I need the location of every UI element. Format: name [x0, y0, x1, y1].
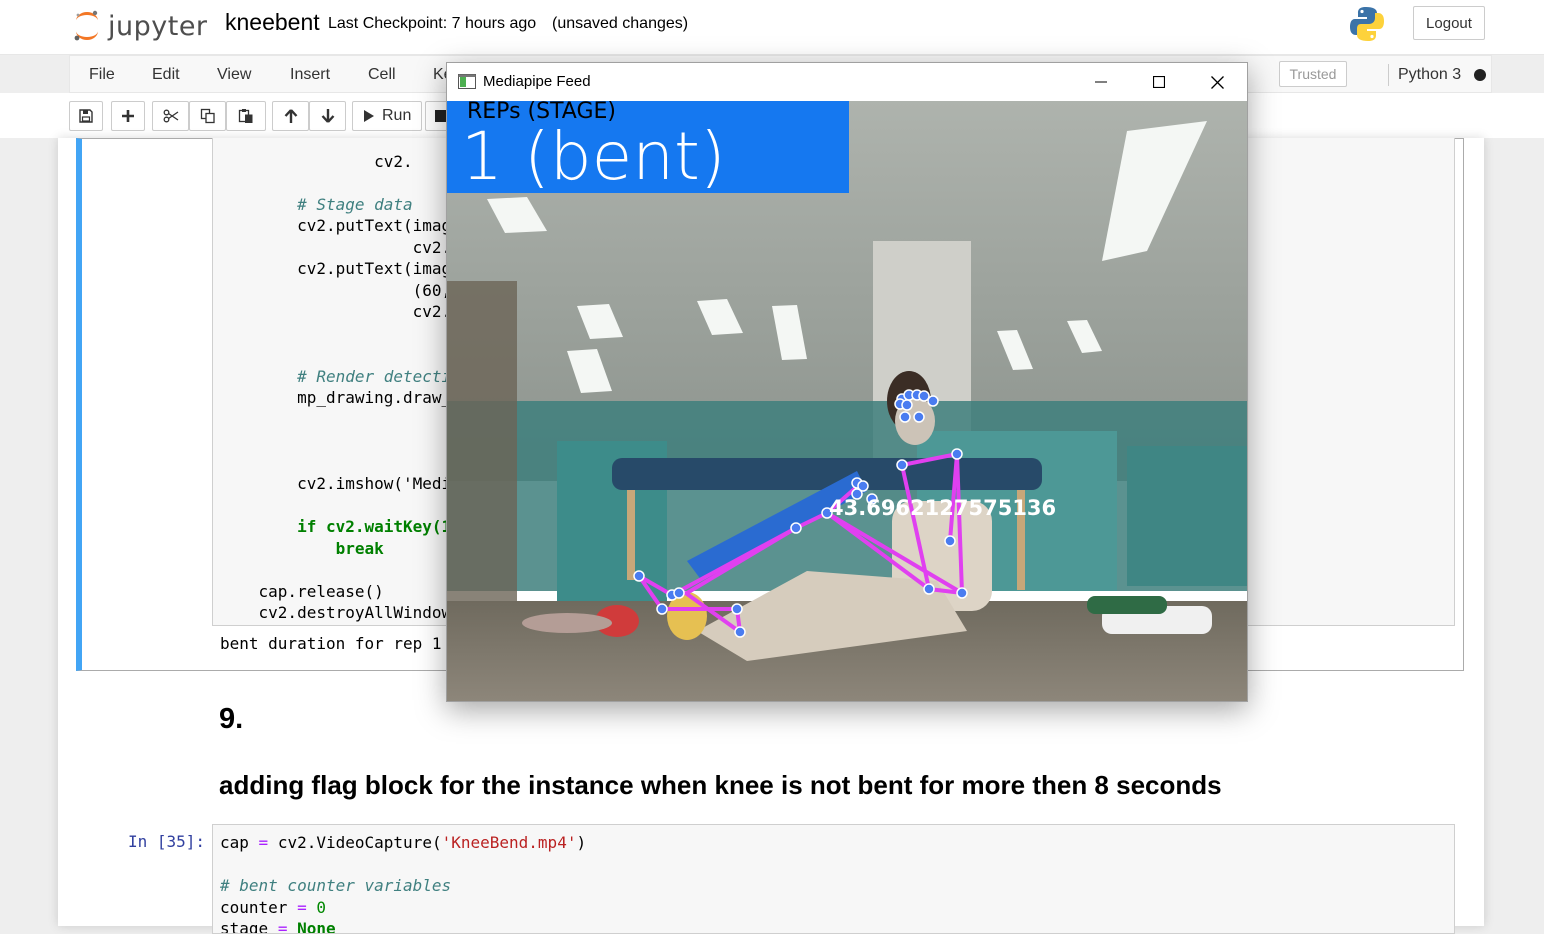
- minimize-icon: [1095, 81, 1107, 83]
- notebook-header: jupyter kneebent Last Checkpoint: 7 hour…: [0, 0, 1544, 55]
- kernel-separator: [1388, 64, 1389, 86]
- code-token: cv2.VideoCapture(: [277, 833, 442, 852]
- knee-angle-readout: 43.6962127575136: [829, 496, 1056, 520]
- code-line: cv2.imshow('Medi: [220, 474, 452, 493]
- code-token: 0: [316, 897, 326, 917]
- save-button[interactable]: [69, 101, 103, 131]
- autosave-status: (unsaved changes): [552, 15, 689, 32]
- markdown-heading-number: 9.: [219, 703, 244, 735]
- code-line: cv2.putText(imag: [220, 216, 452, 235]
- menu-edit[interactable]: Edit: [152, 66, 180, 84]
- plus-icon: [122, 110, 134, 122]
- code-token: stage: [220, 919, 269, 934]
- paste-button[interactable]: [226, 101, 266, 131]
- code-line: cap.release(): [220, 581, 384, 601]
- camera-feed: REPs (STAGE) 1 (bent) 43.6962127575136: [447, 101, 1247, 701]
- code-line: mp_drawing.draw_: [220, 388, 452, 407]
- code-token: =: [258, 833, 269, 852]
- reps-overlay-value: 1 (bent): [461, 118, 726, 195]
- code-token: ): [576, 833, 587, 852]
- menu-file[interactable]: File: [89, 66, 115, 84]
- move-up-button[interactable]: [272, 101, 309, 131]
- jupyter-logo[interactable]: jupyter: [72, 6, 208, 46]
- code-line: cv2.putText(imag: [220, 259, 452, 278]
- close-icon: [1210, 75, 1224, 89]
- kernel-name: Python 3: [1398, 66, 1462, 83]
- arrow-up-icon: [284, 109, 297, 123]
- code-editor-cell-2[interactable]: cap = cv2.VideoCapture('KneeBend.mp4') #…: [212, 824, 1455, 934]
- copy-button[interactable]: [189, 101, 226, 131]
- move-down-button[interactable]: [309, 101, 346, 131]
- run-button[interactable]: Run: [352, 101, 422, 131]
- code-line: break: [220, 538, 384, 558]
- markdown-heading: adding flag block for the instance when …: [219, 770, 1222, 800]
- app-window-icon: [458, 74, 476, 94]
- camera-feed-image: REPs (STAGE) 1 (bent) 43.6962127575136: [447, 101, 1247, 701]
- insert-cell-button[interactable]: [111, 101, 145, 131]
- close-button[interactable]: [1188, 63, 1246, 101]
- code-line: if cv2.waitKey(1: [220, 517, 452, 536]
- play-icon: [364, 110, 374, 122]
- logout-button[interactable]: Logout: [1413, 6, 1485, 40]
- code-token: =: [297, 897, 307, 917]
- code-line: cv2.: [220, 302, 452, 321]
- window-titlebar[interactable]: Mediapipe Feed: [447, 63, 1247, 101]
- code-line: (60,: [220, 280, 452, 300]
- maximize-button[interactable]: [1130, 63, 1188, 101]
- checkpoint-status: Last Checkpoint: 7 hours ago: [328, 15, 537, 32]
- code-lines: cap = cv2.VideoCapture('KneeBend.mp4') #…: [220, 832, 587, 934]
- code-token: 'KneeBend.mp4': [441, 833, 577, 852]
- code-token: =: [277, 919, 288, 934]
- code-token: cap: [220, 833, 249, 852]
- menu-cell[interactable]: Cell: [368, 66, 396, 84]
- trusted-badge[interactable]: Trusted: [1279, 61, 1347, 87]
- arrow-down-icon: [321, 109, 334, 123]
- run-label: Run: [382, 107, 412, 124]
- notebook-name[interactable]: kneebent: [225, 9, 320, 36]
- mediapipe-window[interactable]: Mediapipe Feed REPs (STAGE) 1 (bent) 43.…: [446, 62, 1248, 702]
- input-prompt: In [35]:: [128, 832, 206, 851]
- maximize-icon: [1153, 76, 1165, 88]
- save-icon: [79, 109, 93, 123]
- copy-icon: [200, 108, 215, 124]
- code-line: # Stage data: [220, 194, 413, 214]
- code-line: # Render detecti: [220, 366, 452, 386]
- code-line: cv2.: [220, 151, 413, 171]
- jupyter-logo-text: jupyter: [108, 10, 208, 42]
- cut-button[interactable]: [152, 101, 189, 131]
- menu-view[interactable]: View: [217, 66, 251, 84]
- window-title: Mediapipe Feed: [483, 73, 591, 90]
- kernel-status-icon: [1474, 69, 1486, 81]
- code-comment: # bent counter variables: [220, 876, 452, 895]
- minimize-button[interactable]: [1072, 63, 1130, 101]
- code-token: counter: [220, 897, 288, 917]
- python-logo-icon: [1348, 5, 1386, 48]
- code-token: None: [297, 919, 336, 934]
- paste-icon: [238, 109, 253, 123]
- scissors-icon: [163, 109, 178, 123]
- code-lines: cv2. # Stage data cv2.putText(imag cv2. …: [220, 138, 452, 625]
- jupyter-logo-icon: [74, 10, 98, 41]
- code-line: cv2.destroyAllWindow: [220, 603, 452, 622]
- menu-insert[interactable]: Insert: [290, 66, 330, 84]
- cell-output: bent duration for rep 1: [220, 634, 442, 653]
- code-line: cv2.: [220, 237, 452, 257]
